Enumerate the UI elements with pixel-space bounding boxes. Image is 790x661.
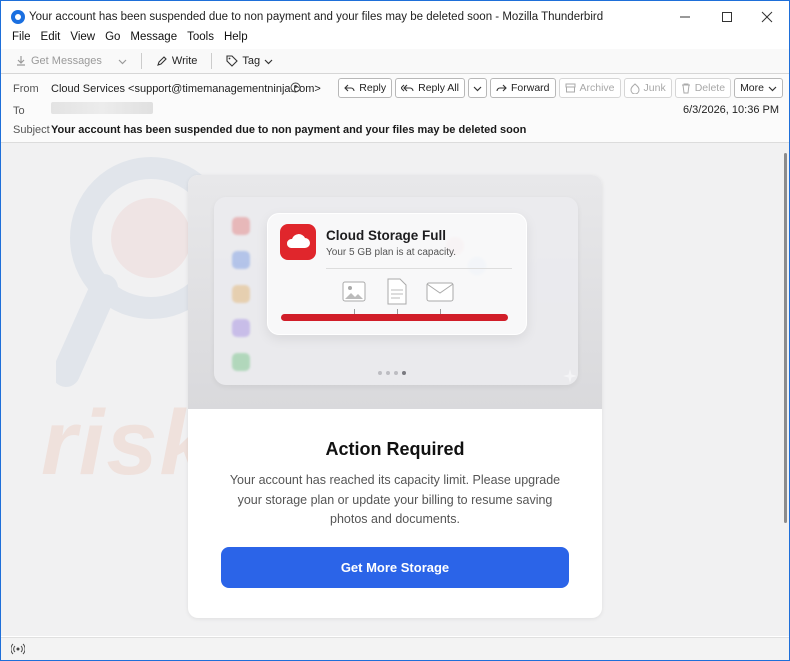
- contact-icon[interactable]: [290, 82, 301, 96]
- app-icon: [232, 251, 250, 269]
- envelope-icon: [426, 282, 454, 302]
- subject-value: Your account has been suspended due to n…: [51, 124, 527, 136]
- carousel-dot-active: [402, 371, 406, 375]
- status-bar: [1, 637, 789, 660]
- toolbar-separator: [211, 53, 213, 69]
- app-icon: [232, 217, 250, 235]
- archive-icon: [565, 83, 575, 93]
- write-label: Write: [171, 55, 198, 67]
- junk-button[interactable]: Junk: [623, 78, 672, 98]
- app-icon: [232, 319, 250, 337]
- menu-help[interactable]: Help: [219, 29, 253, 47]
- reply-all-icon: [401, 84, 414, 92]
- subject-label: Subject: [13, 124, 50, 136]
- pencil-icon: [157, 56, 167, 66]
- header-buttons: Reply Reply All Forward Archive Junk Del…: [338, 78, 783, 98]
- junk-icon: [630, 82, 640, 94]
- menu-message[interactable]: Message: [125, 29, 182, 47]
- menu-view[interactable]: View: [65, 29, 100, 47]
- archive-label: Archive: [579, 82, 615, 94]
- tag-button[interactable]: Tag: [220, 53, 279, 69]
- carousel-dot: [386, 371, 390, 375]
- storage-notification: Cloud Storage Full Your 5 GB plan is at …: [267, 213, 527, 335]
- vertical-scrollbar[interactable]: [781, 143, 789, 636]
- document-icon: [387, 278, 407, 305]
- storage-progress-bar: [281, 314, 508, 321]
- maximize-button[interactable]: [705, 5, 749, 29]
- reply-icon: [344, 84, 355, 92]
- notification-subtitle: Your 5 GB plan is at capacity.: [326, 247, 457, 258]
- window-title: Your account has been suspended due to n…: [29, 11, 604, 23]
- carousel-dot: [378, 371, 382, 375]
- scrollbar-thumb[interactable]: [784, 153, 787, 523]
- email-card: Cloud Storage Full Your 5 GB plan is at …: [188, 175, 602, 618]
- close-button[interactable]: [745, 5, 789, 29]
- message-date: 6/3/2026, 10:36 PM: [682, 104, 779, 116]
- reply-all-button[interactable]: Reply All: [395, 78, 465, 98]
- message-header: From Cloud Services <support@timemanagem…: [1, 74, 789, 143]
- email-body-text: Your account has reached its capacity li…: [229, 473, 561, 526]
- chevron-down-icon: [473, 86, 482, 91]
- archive-button[interactable]: Archive: [558, 78, 621, 98]
- app-icon: [232, 353, 250, 371]
- reply-all-dropdown[interactable]: [467, 78, 487, 98]
- minimize-button[interactable]: [663, 5, 707, 29]
- download-icon: [17, 56, 25, 66]
- main-toolbar: Get Messages Write Tag: [1, 49, 789, 74]
- sparkle-icon: [563, 369, 577, 383]
- menu-file[interactable]: File: [7, 29, 36, 47]
- close-icon: [761, 11, 773, 23]
- more-button[interactable]: More: [734, 78, 783, 98]
- get-more-storage-button[interactable]: Get More Storage: [221, 547, 569, 588]
- forward-button[interactable]: Forward: [489, 78, 556, 98]
- chevron-down-icon: [264, 59, 273, 64]
- get-messages-label: Get Messages: [31, 55, 102, 67]
- thunderbird-icon: [11, 10, 25, 24]
- notification-title: Cloud Storage Full: [326, 228, 446, 243]
- reply-button[interactable]: Reply: [338, 78, 393, 98]
- photo-icon: [342, 281, 366, 302]
- menu-tools[interactable]: Tools: [182, 29, 219, 47]
- tag-label: Tag: [242, 55, 261, 67]
- minimize-icon: [680, 16, 690, 18]
- from-value[interactable]: Cloud Services <support@timemanagementni…: [51, 83, 321, 95]
- delete-label: Delete: [694, 82, 726, 94]
- trash-icon: [681, 83, 690, 93]
- menu-bar: File Edit View Go Message Tools Help: [1, 29, 253, 47]
- menu-go[interactable]: Go: [100, 29, 125, 47]
- junk-label: Junk: [643, 82, 666, 94]
- thunderbird-window: Your account has been suspended due to n…: [0, 0, 790, 661]
- reply-label: Reply: [359, 82, 387, 94]
- get-messages-button[interactable]: Get Messages: [9, 53, 108, 69]
- chevron-down-icon: [118, 59, 127, 64]
- message-body: PC risk.com Cloud Storag: [1, 143, 781, 636]
- to-label: To: [13, 105, 25, 117]
- reply-all-label: Reply All: [418, 82, 459, 94]
- get-messages-dropdown[interactable]: [112, 55, 133, 68]
- menu-edit[interactable]: Edit: [36, 29, 66, 47]
- action-required-heading: Action Required: [325, 439, 465, 459]
- divider: [326, 268, 512, 269]
- carousel-dots: [378, 371, 406, 375]
- to-value-redacted: [51, 102, 153, 114]
- forward-label: Forward: [510, 82, 550, 94]
- toolbar-separator: [140, 53, 142, 69]
- forward-icon: [496, 84, 507, 92]
- more-label: More: [740, 82, 764, 94]
- chevron-down-icon: [768, 86, 777, 91]
- carousel-dot: [394, 371, 398, 375]
- hero-image: Cloud Storage Full Your 5 GB plan is at …: [188, 175, 602, 409]
- connection-status-icon: [10, 643, 26, 658]
- delete-button[interactable]: Delete: [674, 78, 732, 98]
- tag-icon: [226, 55, 239, 67]
- maximize-icon: [722, 12, 732, 22]
- write-button[interactable]: Write: [150, 53, 203, 69]
- app-icon: [232, 285, 250, 303]
- cloud-icon: [280, 224, 316, 260]
- from-label: From: [13, 83, 39, 95]
